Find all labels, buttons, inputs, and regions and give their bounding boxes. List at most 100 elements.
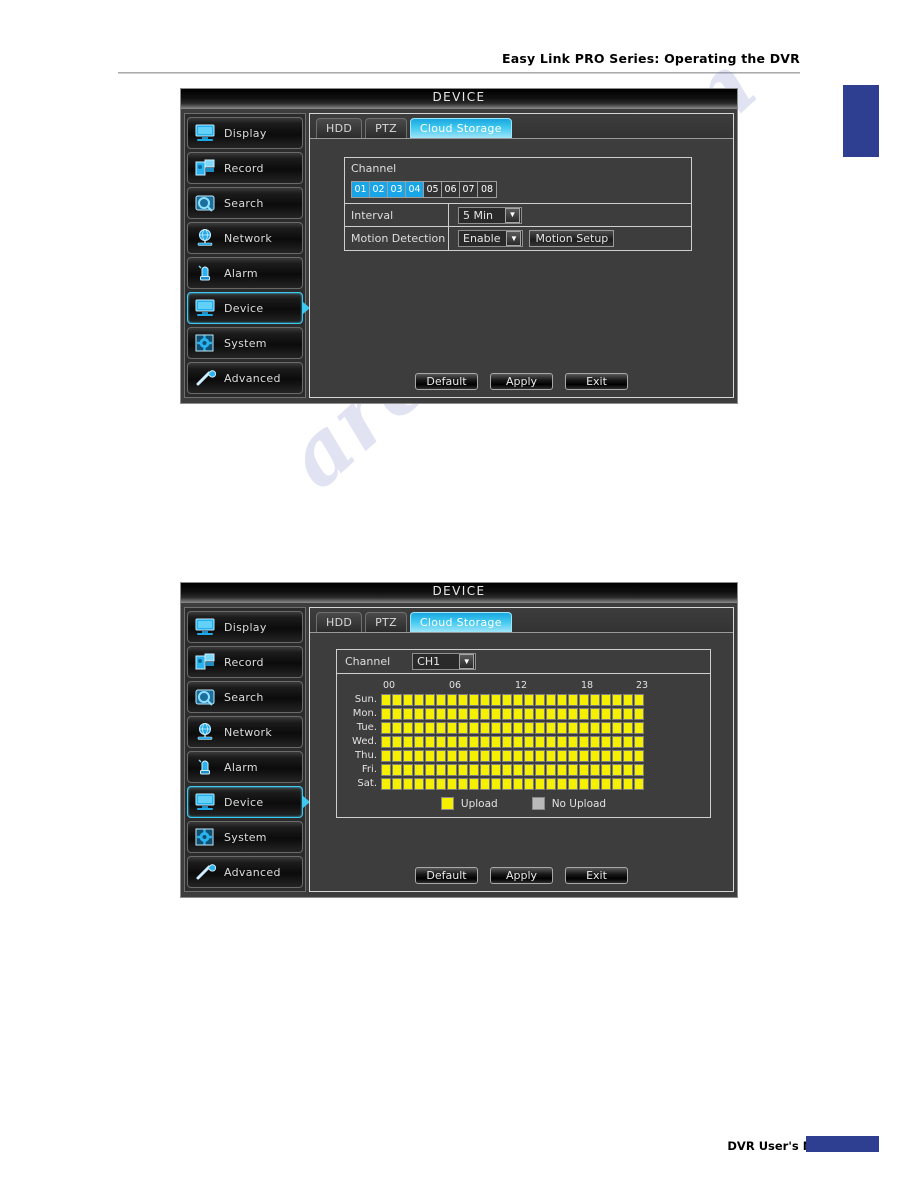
schedule-cell[interactable] — [392, 749, 402, 762]
schedule-cell[interactable] — [524, 777, 534, 790]
schedule-cell[interactable] — [623, 693, 633, 706]
channel-cell-04[interactable]: 04 — [406, 182, 424, 197]
schedule-cell[interactable] — [502, 749, 512, 762]
schedule-cell[interactable] — [513, 763, 523, 776]
schedule-cell[interactable] — [623, 763, 633, 776]
schedule-cell[interactable] — [436, 735, 446, 748]
schedule-cell[interactable] — [414, 721, 424, 734]
schedule-cell[interactable] — [425, 721, 435, 734]
schedule-cell[interactable] — [425, 777, 435, 790]
schedule-cell[interactable] — [392, 735, 402, 748]
schedule-cell[interactable] — [546, 749, 556, 762]
schedule-cell[interactable] — [568, 707, 578, 720]
schedule-cell[interactable] — [524, 735, 534, 748]
schedule-cell[interactable] — [634, 749, 644, 762]
schedule-cell[interactable] — [513, 749, 523, 762]
schedule-cell[interactable] — [568, 749, 578, 762]
schedule-cell[interactable] — [381, 721, 391, 734]
schedule-cell[interactable] — [524, 763, 534, 776]
tab-ptz[interactable]: PTZ — [365, 118, 407, 138]
schedule-cell[interactable] — [447, 749, 457, 762]
schedule-cell[interactable] — [623, 721, 633, 734]
schedule-cell[interactable] — [381, 777, 391, 790]
sidebar-item-alarm[interactable]: Alarm — [187, 751, 303, 783]
schedule-cell[interactable] — [458, 693, 468, 706]
schedule-cell[interactable] — [480, 735, 490, 748]
schedule-cell[interactable] — [403, 721, 413, 734]
apply-button[interactable]: Apply — [490, 373, 553, 390]
exit-button[interactable]: Exit — [565, 373, 628, 390]
schedule-cell[interactable] — [436, 693, 446, 706]
apply-button[interactable]: Apply — [490, 867, 553, 884]
schedule-cell[interactable] — [546, 707, 556, 720]
schedule-cell[interactable] — [458, 735, 468, 748]
schedule-cell[interactable] — [403, 749, 413, 762]
schedule-cell[interactable] — [425, 707, 435, 720]
schedule-cell[interactable] — [524, 707, 534, 720]
schedule-cell[interactable] — [381, 749, 391, 762]
schedule-cell[interactable] — [425, 735, 435, 748]
schedule-cell[interactable] — [414, 735, 424, 748]
schedule-cell[interactable] — [579, 735, 589, 748]
tab-cloud-storage[interactable]: Cloud Storage — [409, 118, 512, 138]
schedule-cell[interactable] — [513, 693, 523, 706]
schedule-cell[interactable] — [447, 735, 457, 748]
sidebar-item-search[interactable]: Search — [187, 187, 303, 219]
schedule-cell[interactable] — [568, 721, 578, 734]
schedule-cell[interactable] — [557, 721, 567, 734]
channel-cell-03[interactable]: 03 — [388, 182, 406, 197]
schedule-cell[interactable] — [469, 735, 479, 748]
schedule-cell[interactable] — [590, 763, 600, 776]
schedule-cell[interactable] — [535, 735, 545, 748]
sidebar-item-device[interactable]: Device — [187, 292, 310, 324]
schedule-cell[interactable] — [579, 693, 589, 706]
schedule-cell[interactable] — [524, 749, 534, 762]
sidebar-item-search[interactable]: Search — [187, 681, 303, 713]
schedule-cell[interactable] — [535, 707, 545, 720]
schedule-cell[interactable] — [414, 693, 424, 706]
schedule-cell[interactable] — [601, 749, 611, 762]
schedule-cell[interactable] — [513, 735, 523, 748]
schedule-cell[interactable] — [491, 721, 501, 734]
schedule-cell[interactable] — [469, 693, 479, 706]
channel-strip[interactable]: 01 02 03 04 05 06 07 08 — [351, 181, 497, 198]
sidebar-item-display[interactable]: Display — [187, 611, 303, 643]
schedule-cell[interactable] — [502, 777, 512, 790]
schedule-cell[interactable] — [590, 749, 600, 762]
schedule-cell[interactable] — [601, 707, 611, 720]
sidebar-item-display[interactable]: Display — [187, 117, 303, 149]
schedule-cell[interactable] — [447, 693, 457, 706]
schedule-cell[interactable] — [436, 749, 446, 762]
schedule-cell[interactable] — [535, 693, 545, 706]
schedule-cell[interactable] — [458, 777, 468, 790]
schedule-cell[interactable] — [502, 763, 512, 776]
schedule-grid[interactable]: Sun. Mon. Tue. Wed. Thu. Fri. Sat. — [345, 693, 702, 790]
schedule-cell[interactable] — [546, 721, 556, 734]
schedule-cell[interactable] — [469, 721, 479, 734]
schedule-cell[interactable] — [612, 693, 622, 706]
exit-button[interactable]: Exit — [565, 867, 628, 884]
schedule-cell[interactable] — [623, 777, 633, 790]
schedule-cell[interactable] — [579, 763, 589, 776]
schedule-cell[interactable] — [480, 721, 490, 734]
tab-hdd[interactable]: HDD — [316, 612, 363, 632]
tab-hdd[interactable]: HDD — [316, 118, 363, 138]
schedule-cell[interactable] — [392, 693, 402, 706]
sidebar-item-network[interactable]: Network — [187, 222, 303, 254]
sidebar-item-record[interactable]: Record — [187, 152, 303, 184]
schedule-cell[interactable] — [568, 763, 578, 776]
schedule-row-cells[interactable] — [381, 735, 644, 748]
schedule-cell[interactable] — [425, 693, 435, 706]
schedule-cell[interactable] — [546, 777, 556, 790]
schedule-cell[interactable] — [447, 721, 457, 734]
sidebar-item-alarm[interactable]: Alarm — [187, 257, 303, 289]
interval-select[interactable]: 5 Min ▼ — [458, 206, 522, 224]
schedule-cell[interactable] — [480, 763, 490, 776]
schedule-cell[interactable] — [634, 735, 644, 748]
channel-cell-06[interactable]: 06 — [442, 182, 460, 197]
schedule-cell[interactable] — [414, 777, 424, 790]
default-button[interactable]: Default — [415, 867, 478, 884]
schedule-cell[interactable] — [612, 749, 622, 762]
schedule-cell[interactable] — [513, 721, 523, 734]
sidebar-item-system[interactable]: System — [187, 821, 303, 853]
